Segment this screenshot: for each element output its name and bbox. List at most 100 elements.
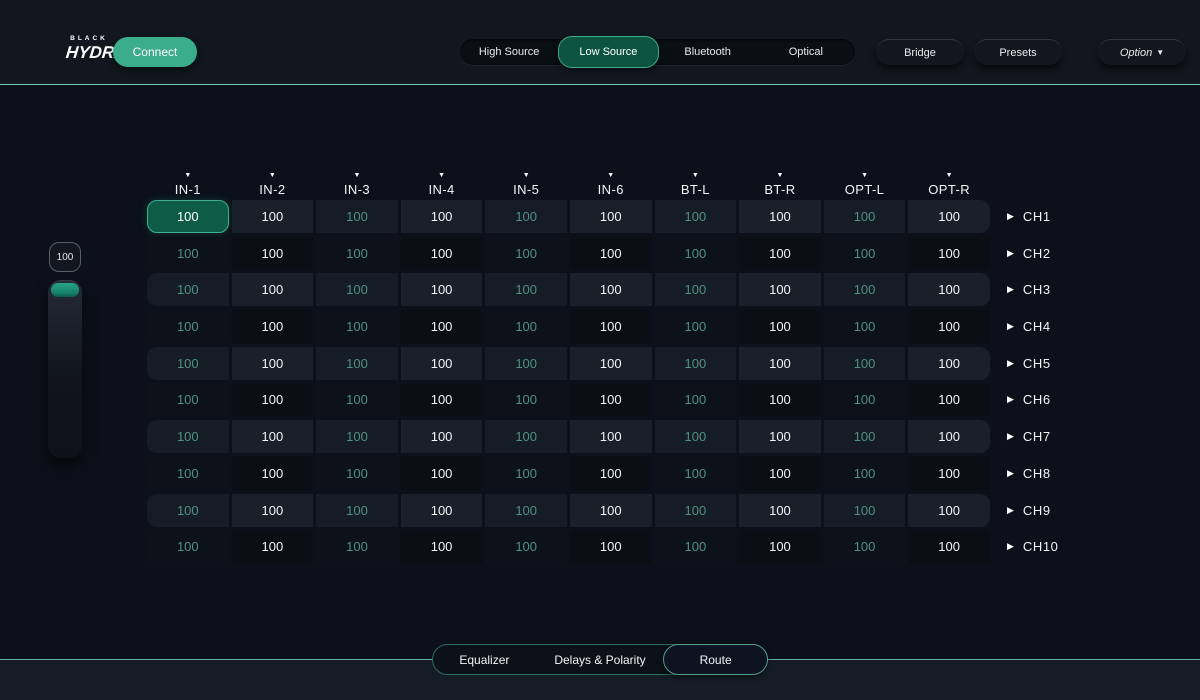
column-header-in-4[interactable]: ▼IN-4	[401, 160, 483, 200]
matrix-cell-ch4-opt-r[interactable]: 100	[908, 310, 990, 343]
matrix-cell-ch9-in-2[interactable]: 100	[232, 494, 314, 527]
matrix-cell-ch4-in-4[interactable]: 100	[401, 310, 483, 343]
matrix-cell-ch3-in-2[interactable]: 100	[232, 273, 314, 306]
matrix-cell-ch2-in-4[interactable]: 100	[401, 237, 483, 270]
matrix-cell-ch8-in-6[interactable]: 100	[570, 457, 652, 490]
channel-control-ch1[interactable]: ▶CH1	[1007, 209, 1051, 224]
matrix-cell-ch3-opt-l[interactable]: 100	[824, 273, 906, 306]
footer-tab-equalizer[interactable]: Equalizer	[433, 645, 536, 674]
volume-fader[interactable]	[48, 280, 82, 458]
channel-control-ch8[interactable]: ▶CH8	[1007, 466, 1051, 481]
matrix-cell-ch2-in-3[interactable]: 100	[316, 237, 398, 270]
matrix-cell-ch8-in-3[interactable]: 100	[316, 457, 398, 490]
matrix-cell-ch1-in-5[interactable]: 100	[485, 200, 567, 233]
fader-handle[interactable]	[51, 283, 79, 297]
matrix-cell-ch4-in-1[interactable]: 100	[147, 310, 229, 343]
matrix-cell-ch5-in-6[interactable]: 100	[570, 347, 652, 380]
matrix-cell-ch6-opt-r[interactable]: 100	[908, 383, 990, 416]
channel-control-ch2[interactable]: ▶CH2	[1007, 246, 1051, 261]
matrix-cell-ch8-in-1[interactable]: 100	[147, 457, 229, 490]
column-header-in-6[interactable]: ▼IN-6	[570, 160, 652, 200]
matrix-cell-ch6-in-3[interactable]: 100	[316, 383, 398, 416]
column-header-in-3[interactable]: ▼IN-3	[316, 160, 398, 200]
matrix-cell-ch9-opt-r[interactable]: 100	[908, 494, 990, 527]
matrix-cell-ch2-in-5[interactable]: 100	[485, 237, 567, 270]
matrix-cell-ch7-opt-r[interactable]: 100	[908, 420, 990, 453]
matrix-cell-ch9-in-1[interactable]: 100	[147, 494, 229, 527]
channel-control-ch10[interactable]: ▶CH10	[1007, 539, 1059, 554]
source-tab-high-source[interactable]: High Source	[460, 39, 558, 65]
matrix-cell-ch5-in-1[interactable]: 100	[147, 347, 229, 380]
matrix-cell-ch4-opt-l[interactable]: 100	[824, 310, 906, 343]
matrix-cell-ch10-bt-l[interactable]: 100	[655, 530, 737, 563]
matrix-cell-ch1-opt-l[interactable]: 100	[824, 200, 906, 233]
matrix-cell-ch5-bt-l[interactable]: 100	[655, 347, 737, 380]
column-header-in-2[interactable]: ▼IN-2	[232, 160, 314, 200]
matrix-cell-ch2-in-6[interactable]: 100	[570, 237, 652, 270]
matrix-cell-ch1-bt-l[interactable]: 100	[655, 200, 737, 233]
matrix-cell-ch2-bt-r[interactable]: 100	[739, 237, 821, 270]
matrix-cell-ch6-opt-l[interactable]: 100	[824, 383, 906, 416]
matrix-cell-ch5-in-2[interactable]: 100	[232, 347, 314, 380]
presets-button[interactable]: Presets	[974, 39, 1062, 65]
matrix-cell-ch10-in-4[interactable]: 100	[401, 530, 483, 563]
matrix-cell-ch3-in-6[interactable]: 100	[570, 273, 652, 306]
matrix-cell-ch2-in-2[interactable]: 100	[232, 237, 314, 270]
channel-control-ch6[interactable]: ▶CH6	[1007, 392, 1051, 407]
source-tab-optical[interactable]: Optical	[757, 39, 855, 65]
matrix-cell-ch8-in-5[interactable]: 100	[485, 457, 567, 490]
channel-control-ch5[interactable]: ▶CH5	[1007, 356, 1051, 371]
matrix-cell-ch6-in-1[interactable]: 100	[147, 383, 229, 416]
column-header-opt-r[interactable]: ▼OPT-R	[908, 160, 990, 200]
matrix-cell-ch7-in-6[interactable]: 100	[570, 420, 652, 453]
option-button[interactable]: Option▼	[1098, 39, 1186, 65]
bridge-button[interactable]: Bridge	[876, 39, 964, 65]
matrix-cell-ch1-in-1[interactable]: 100	[147, 200, 229, 233]
column-header-opt-l[interactable]: ▼OPT-L	[824, 160, 906, 200]
matrix-cell-ch1-opt-r[interactable]: 100	[908, 200, 990, 233]
matrix-cell-ch9-bt-l[interactable]: 100	[655, 494, 737, 527]
matrix-cell-ch4-in-6[interactable]: 100	[570, 310, 652, 343]
matrix-cell-ch9-in-6[interactable]: 100	[570, 494, 652, 527]
matrix-cell-ch4-in-5[interactable]: 100	[485, 310, 567, 343]
channel-control-ch3[interactable]: ▶CH3	[1007, 282, 1051, 297]
matrix-cell-ch3-in-5[interactable]: 100	[485, 273, 567, 306]
matrix-cell-ch3-in-1[interactable]: 100	[147, 273, 229, 306]
matrix-cell-ch8-in-2[interactable]: 100	[232, 457, 314, 490]
channel-control-ch7[interactable]: ▶CH7	[1007, 429, 1051, 444]
matrix-cell-ch6-bt-l[interactable]: 100	[655, 383, 737, 416]
footer-tab-route[interactable]: Route	[663, 644, 768, 675]
matrix-cell-ch10-opt-r[interactable]: 100	[908, 530, 990, 563]
matrix-cell-ch7-in-5[interactable]: 100	[485, 420, 567, 453]
matrix-cell-ch9-in-3[interactable]: 100	[316, 494, 398, 527]
matrix-cell-ch6-in-5[interactable]: 100	[485, 383, 567, 416]
column-header-bt-l[interactable]: ▼BT-L	[655, 160, 737, 200]
column-header-in-1[interactable]: ▼IN-1	[147, 160, 229, 200]
matrix-cell-ch7-in-1[interactable]: 100	[147, 420, 229, 453]
connect-button[interactable]: Connect	[113, 37, 197, 67]
matrix-cell-ch4-bt-l[interactable]: 100	[655, 310, 737, 343]
matrix-cell-ch9-in-4[interactable]: 100	[401, 494, 483, 527]
channel-control-ch4[interactable]: ▶CH4	[1007, 319, 1051, 334]
matrix-cell-ch1-in-4[interactable]: 100	[401, 200, 483, 233]
footer-tab-delays-polarity[interactable]: Delays & Polarity	[536, 645, 664, 674]
matrix-cell-ch3-opt-r[interactable]: 100	[908, 273, 990, 306]
source-tab-low-source[interactable]: Low Source	[558, 36, 658, 68]
matrix-cell-ch8-in-4[interactable]: 100	[401, 457, 483, 490]
matrix-cell-ch2-in-1[interactable]: 100	[147, 237, 229, 270]
matrix-cell-ch10-in-5[interactable]: 100	[485, 530, 567, 563]
matrix-cell-ch5-in-4[interactable]: 100	[401, 347, 483, 380]
matrix-cell-ch4-in-3[interactable]: 100	[316, 310, 398, 343]
matrix-cell-ch8-bt-l[interactable]: 100	[655, 457, 737, 490]
matrix-cell-ch10-in-6[interactable]: 100	[570, 530, 652, 563]
column-header-in-5[interactable]: ▼IN-5	[485, 160, 567, 200]
matrix-cell-ch3-in-3[interactable]: 100	[316, 273, 398, 306]
matrix-cell-ch7-bt-r[interactable]: 100	[739, 420, 821, 453]
matrix-cell-ch10-in-1[interactable]: 100	[147, 530, 229, 563]
matrix-cell-ch6-in-2[interactable]: 100	[232, 383, 314, 416]
matrix-cell-ch8-opt-r[interactable]: 100	[908, 457, 990, 490]
matrix-cell-ch2-opt-r[interactable]: 100	[908, 237, 990, 270]
matrix-cell-ch3-bt-r[interactable]: 100	[739, 273, 821, 306]
matrix-cell-ch7-in-3[interactable]: 100	[316, 420, 398, 453]
matrix-cell-ch10-opt-l[interactable]: 100	[824, 530, 906, 563]
